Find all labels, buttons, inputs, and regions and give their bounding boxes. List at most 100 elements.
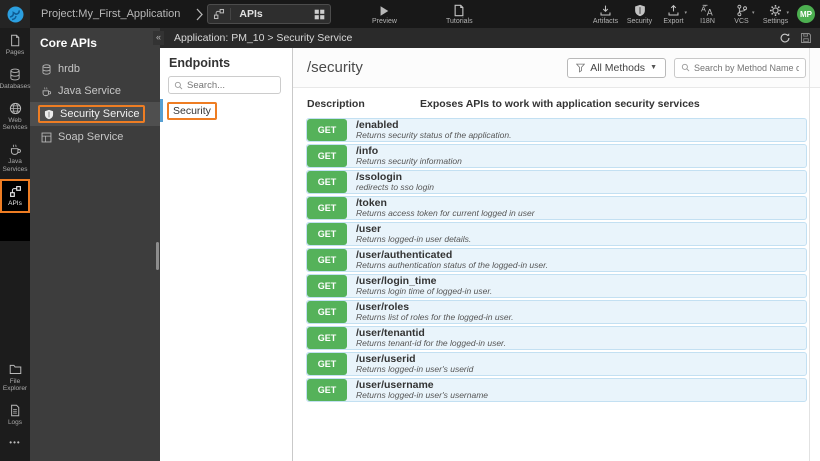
dropdown-caret-icon: ▼	[650, 64, 657, 71]
application-breadcrumb: Application: PM_10 > Security Service	[174, 32, 353, 44]
endpoint-item-security[interactable]: Security	[160, 99, 292, 122]
endpoints-search-input[interactable]	[187, 79, 275, 91]
database-icon	[41, 63, 52, 75]
method-badge: GET	[307, 171, 347, 193]
project-name[interactable]: Project:My_First_Application	[41, 8, 180, 20]
sidebar-label: Web Services	[2, 116, 28, 132]
method-badge: GET	[307, 119, 347, 141]
endpoint-description: Returns security status of the applicati…	[356, 130, 512, 141]
export-label: Export	[663, 18, 684, 25]
export-upload-icon: ▾	[667, 3, 687, 17]
sidebar-label: Databases	[0, 82, 31, 90]
endpoints-search-box[interactable]	[168, 76, 281, 94]
core-apis-title: Core APIs	[40, 36, 97, 50]
core-api-label: hrdb	[58, 63, 81, 75]
app-window: Project:My_First_Application APIs Previe…	[0, 0, 820, 461]
coffee-icon	[9, 143, 22, 156]
user-avatar[interactable]: MP	[797, 5, 815, 23]
endpoints-panel: Endpoints Security	[160, 48, 293, 461]
endpoint-row[interactable]: GET /enabled Returns security status of t…	[306, 118, 807, 142]
workspace-selected-label: APIs	[239, 8, 263, 20]
sidebar-item-logs[interactable]: Logs	[0, 398, 30, 432]
endpoint-row[interactable]: GET /user Returns logged-in user details.	[306, 222, 807, 246]
method-search-box[interactable]	[674, 57, 806, 78]
sidebar-item-java-services[interactable]: Java Services	[0, 137, 30, 179]
artifacts-download-icon	[599, 3, 612, 17]
settings-label: Settings	[762, 18, 789, 25]
core-panel-scrollbar[interactable]	[156, 242, 159, 270]
workspace-dropdown[interactable]: APIs	[207, 4, 332, 24]
app-logo[interactable]	[0, 0, 30, 28]
endpoint-row[interactable]: GET /user/userid Returns logged-in user's…	[306, 352, 807, 376]
active-rail-extension	[0, 212, 30, 241]
endpoint-row[interactable]: GET /user/roles Returns list of roles for…	[306, 300, 807, 324]
shield-icon	[44, 109, 54, 120]
core-api-label: Java Service	[58, 85, 121, 97]
artifacts-button[interactable]: Artifacts	[591, 3, 620, 25]
save-icon[interactable]	[800, 32, 812, 44]
endpoint-row[interactable]: GET /user/tenantid Returns tenant-id for …	[306, 326, 807, 350]
collapse-panel-button[interactable]: «	[153, 31, 164, 45]
refresh-icon[interactable]	[779, 32, 791, 44]
core-api-item-java-service[interactable]: Java Service	[30, 80, 160, 102]
main-scrollbar[interactable]	[809, 48, 810, 461]
endpoint-description: Returns security information	[356, 156, 462, 167]
rail-bottom-group: File Explorer Logs •••	[0, 357, 30, 453]
endpoint-row[interactable]: GET /info Returns security information	[306, 144, 807, 168]
endpoint-row[interactable]: GET /user/username Returns logged-in user…	[306, 378, 807, 402]
sidebar-item-web-services[interactable]: Web Services	[0, 96, 30, 138]
core-api-item-security-service[interactable]: Security Service	[30, 102, 160, 126]
tutorials-button[interactable]: Tutorials	[446, 3, 473, 25]
preview-button[interactable]: Preview	[372, 3, 397, 25]
endpoint-description: Returns logged-in user's username	[356, 390, 489, 401]
method-badge: GET	[307, 327, 347, 349]
vcs-branch-icon: ▾	[736, 3, 755, 17]
export-button[interactable]: ▾ Export	[659, 3, 688, 25]
sidebar-label: Pages	[5, 49, 25, 56]
book-icon	[453, 3, 465, 17]
description-label: Description	[307, 98, 365, 110]
settings-button[interactable]: ▾ Settings	[761, 3, 790, 25]
method-search-input[interactable]	[694, 62, 799, 73]
endpoint-row[interactable]: GET /user/login_time Returns login time o…	[306, 274, 807, 298]
sidebar-item-pages[interactable]: Pages	[0, 28, 30, 62]
service-header: /security All Methods ▼	[293, 48, 820, 88]
i18n-button[interactable]: AA I18N	[693, 3, 722, 25]
workspace-grid-icon[interactable]	[309, 9, 330, 20]
vcs-button[interactable]: ▾ VCS	[727, 3, 756, 25]
endpoint-description: redirects to sso login	[356, 182, 434, 193]
sidebar-item-file-explorer[interactable]: File Explorer	[0, 357, 30, 399]
apis-node-icon	[9, 185, 22, 198]
endpoint-row[interactable]: GET /ssologin redirects to sso login	[306, 170, 807, 194]
endpoint-row[interactable]: GET /user/authenticated Returns authentic…	[306, 248, 807, 272]
play-icon	[378, 3, 390, 17]
methods-filter-dropdown[interactable]: All Methods ▼	[567, 57, 666, 78]
method-badge: GET	[307, 145, 347, 167]
security-service-annotation: Security Service	[38, 105, 146, 123]
sidebar-item-databases[interactable]: Databases	[0, 62, 31, 96]
i18n-label: I18N	[700, 18, 715, 25]
sidebar-label: File Explorer	[2, 377, 28, 393]
coffee-icon	[41, 86, 52, 97]
core-api-item-soap-service[interactable]: Soap Service	[30, 126, 160, 148]
svg-text:A: A	[707, 7, 713, 17]
topbar-actions: Artifacts Security ▾ Export AA I18N ▾ VC…	[591, 3, 790, 25]
soap-box-icon	[41, 132, 52, 143]
endpoint-row[interactable]: GET /token Returns access token for curre…	[306, 196, 807, 220]
apis-node-icon	[208, 8, 232, 20]
method-badge: GET	[307, 197, 347, 219]
more-options-icon[interactable]: •••	[0, 432, 30, 453]
tutorials-label: Tutorials	[446, 18, 473, 25]
sidebar-label: Logs	[7, 419, 23, 427]
sidebar-label: Java Services	[2, 158, 28, 173]
core-api-item-hrdb[interactable]: hrdb	[30, 58, 160, 80]
method-badge: GET	[307, 379, 347, 401]
page-icon	[9, 34, 21, 47]
security-button[interactable]: Security	[625, 3, 654, 25]
core-apis-panel: Core APIs hrdb Java Service Security Ser…	[30, 28, 160, 461]
method-badge: GET	[307, 301, 347, 323]
sidebar-item-apis[interactable]: APIs	[0, 178, 30, 213]
left-nav-rail: Pages Databases Web Services Java Servic…	[0, 28, 31, 461]
core-api-label: Security Service	[60, 108, 140, 120]
description-row: Description Exposes APIs to work with ap…	[293, 88, 820, 117]
